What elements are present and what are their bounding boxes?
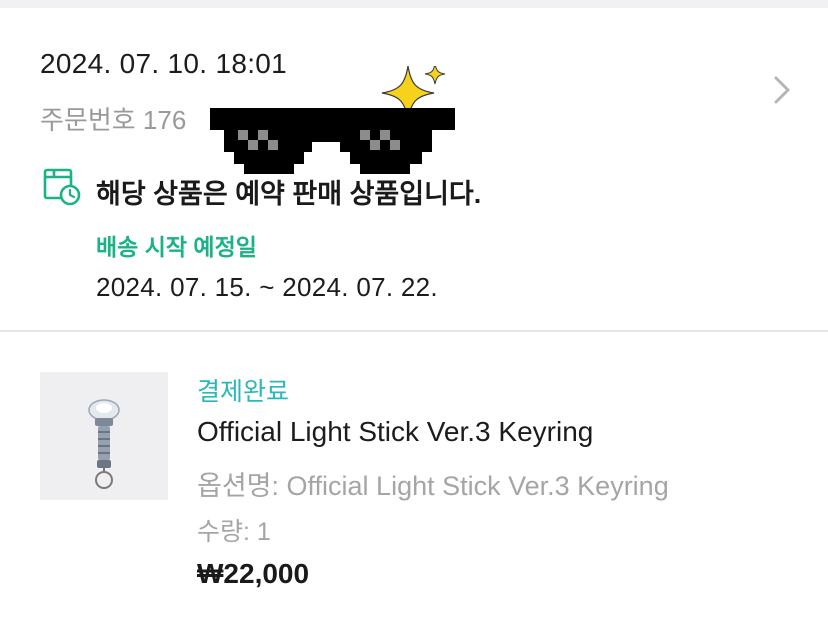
order-item[interactable]: 결제완료 Official Light Stick Ver.3 Keyring … [0,332,828,635]
keyring-light-stick-image [88,399,120,489]
order-summary-card[interactable]: 2024. 07. 10. 18:01 주문번호 176 해당 상품은 예약 판… [0,8,828,330]
product-quantity: 수량: 1 [197,518,271,546]
shipping-start-label: 배송 시작 예정일 [96,234,257,260]
shipping-date-range: 2024. 07. 15. ~ 2024. 07. 22. [96,272,438,302]
sparkle-small-icon [424,66,446,85]
order-number-label: 주문번호 [40,105,136,135]
calendar-clock-icon [43,168,81,206]
chevron-right-icon[interactable] [766,70,798,110]
order-number-value: 176 [142,105,187,135]
product-price: ₩22,000 [197,558,310,589]
payment-status: 결제완료 [197,378,290,406]
product-thumbnail[interactable] [40,372,168,500]
product-name[interactable]: Official Light Stick Ver.3 Keyring [197,416,593,448]
top-separator-strip [0,0,828,8]
pixel-sunglasses-sticker [210,66,455,174]
order-number: 주문번호 176 [40,100,186,137]
product-option: 옵션명: Official Light Stick Ver.3 Keyring [197,471,669,501]
